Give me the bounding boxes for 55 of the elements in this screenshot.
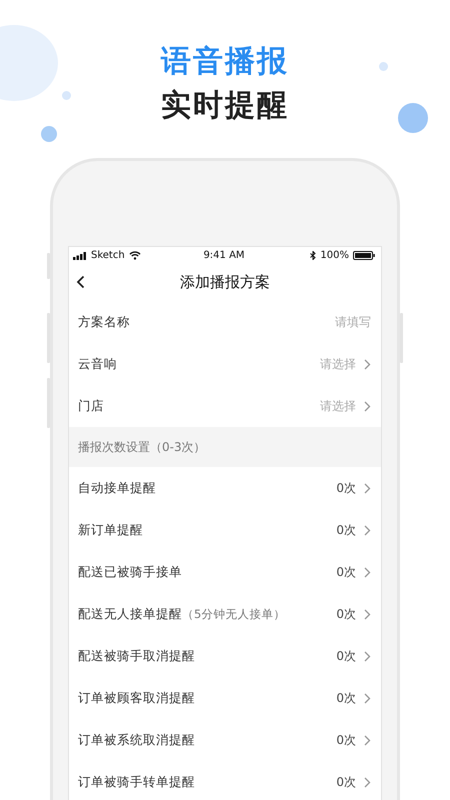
section-header: 播报次数设置（0-3次） — [69, 427, 381, 467]
chevron-right-icon — [364, 482, 371, 494]
reminder-row[interactable]: 配送已被骑手接单 0次 — [69, 551, 381, 593]
reminder-row[interactable]: 订单被骑手转单提醒 0次 — [69, 761, 381, 800]
reminder-note: （5分钟无人接单） — [182, 606, 286, 622]
reminder-label: 新订单提醒 — [78, 522, 143, 538]
reminder-row[interactable]: 订单被系统取消提醒 0次 — [69, 719, 381, 761]
decorative-dot — [379, 62, 388, 71]
reminder-label: 订单被系统取消提醒 — [78, 732, 195, 748]
reminder-label: 订单被骑手转单提醒 — [78, 774, 195, 790]
reminder-label: 配送已被骑手接单 — [78, 564, 182, 580]
chevron-right-icon — [364, 692, 371, 704]
reminder-label: 配送无人接单提醒 — [78, 606, 182, 622]
chevron-right-icon — [364, 734, 371, 746]
bluetooth-icon — [310, 251, 316, 260]
reminder-count: 0次 — [336, 648, 356, 664]
decorative-circle — [398, 103, 428, 133]
chevron-right-icon — [364, 608, 371, 620]
status-time: 9:41 AM — [203, 250, 245, 261]
chevron-right-icon — [364, 524, 371, 536]
reminder-count: 0次 — [336, 606, 356, 622]
field-label: 门店 — [78, 398, 104, 414]
reminder-count: 0次 — [336, 480, 356, 496]
hero-title: 语音播报 — [161, 43, 289, 81]
reminder-count: 0次 — [336, 522, 356, 538]
reminder-label: 自动接单提醒 — [78, 480, 156, 496]
reminder-row[interactable]: 自动接单提醒 0次 — [69, 467, 381, 509]
battery-icon — [352, 251, 375, 260]
back-icon[interactable] — [76, 275, 86, 289]
decorative-dot — [41, 126, 57, 142]
chevron-right-icon — [364, 650, 371, 662]
chevron-right-icon — [364, 358, 371, 370]
chevron-right-icon — [364, 566, 371, 578]
field-label: 方案名称 — [78, 314, 130, 330]
reminder-count: 0次 — [336, 774, 356, 790]
reminder-count: 0次 — [336, 690, 356, 706]
reminder-row[interactable]: 配送被骑手取消提醒 0次 — [69, 635, 381, 677]
decorative-dot — [62, 91, 71, 100]
chevron-right-icon — [364, 776, 371, 788]
reminder-row[interactable]: 订单被顾客取消提醒 0次 — [69, 677, 381, 719]
reminder-label: 配送被骑手取消提醒 — [78, 648, 195, 664]
carrier-name: Sketch — [91, 250, 125, 261]
input-field[interactable]: 请填写 — [291, 315, 371, 329]
reminder-count: 0次 — [336, 564, 356, 580]
hero-subtitle: 实时提醒 — [161, 87, 289, 125]
wifi-icon — [128, 251, 141, 260]
reminder-row[interactable]: 配送无人接单提醒（5分钟无人接单） 0次 — [69, 593, 381, 635]
chevron-right-icon — [364, 400, 371, 412]
reminder-label: 订单被顾客取消提醒 — [78, 690, 195, 706]
signal-icon — [73, 252, 87, 260]
page-title: 添加播报方案 — [180, 273, 270, 292]
reminder-row[interactable]: 新订单提醒 0次 — [69, 509, 381, 551]
battery-percent: 100% — [320, 250, 349, 261]
field-label: 云音响 — [78, 356, 117, 372]
reminder-count: 0次 — [336, 732, 356, 748]
